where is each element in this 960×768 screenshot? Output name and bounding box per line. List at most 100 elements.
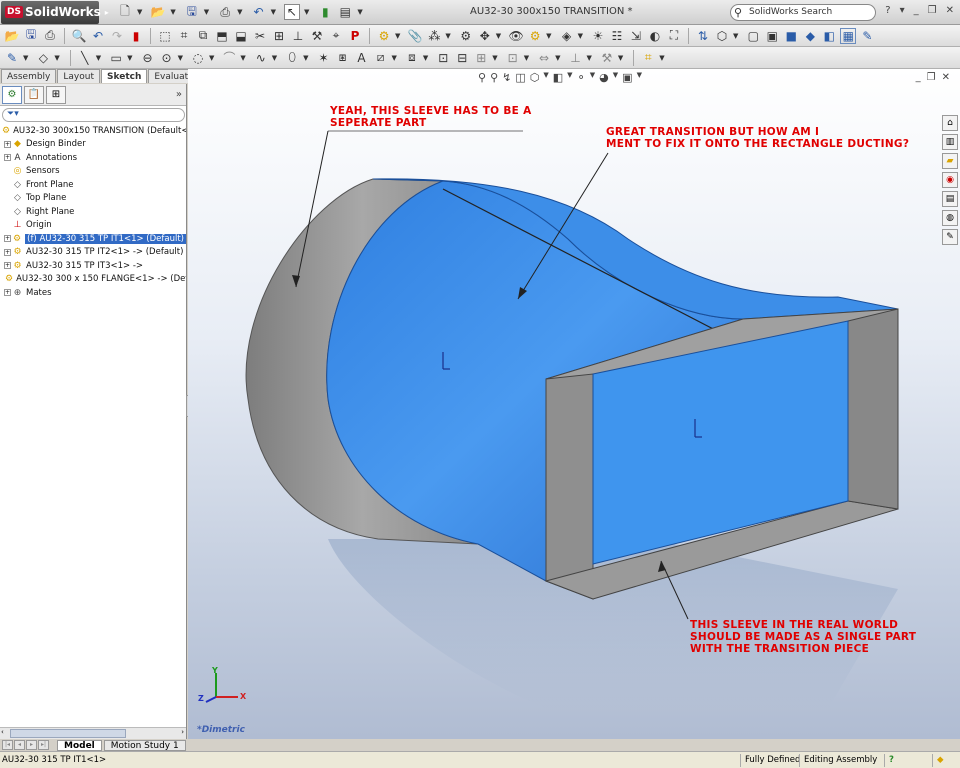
insert-component-icon[interactable]: ⚙ [376,28,392,44]
expand-icon[interactable]: + [4,235,11,243]
quick-snap-icon[interactable]: ⌖ [328,28,344,44]
zoom-icon[interactable]: 🔍 [71,28,87,44]
close-button[interactable]: ✕ [946,5,954,16]
open-folder-icon[interactable]: 📂 [4,28,20,44]
close-view-button[interactable]: ✕ [942,72,950,83]
solidworks-menu-button[interactable]: DS SolidWorks ▸ [1,0,109,24]
arc-icon[interactable]: ◌ [190,50,206,66]
feature-filter-input[interactable]: ⏷▾ [2,108,185,122]
chevron-down-icon[interactable]: ▼ [204,8,209,16]
tab-layout[interactable]: Layout [57,69,100,83]
chevron-down-icon[interactable]: ▼ [659,54,664,62]
offset-entities-icon[interactable]: ⊟ [454,50,470,66]
ellipse-icon[interactable]: ⬯ [284,50,300,66]
move-entities-icon[interactable]: ⇔ [536,50,552,66]
scene-icon[interactable]: ▣ [622,71,632,84]
undo-icon[interactable]: ↶ [90,28,106,44]
chevron-down-icon[interactable]: ▼ [178,54,183,62]
traffic-light-icon[interactable]: ▮ [128,28,144,44]
minimize-view-button[interactable]: _ [916,72,921,83]
tree-item[interactable]: + A Annotations [0,151,186,165]
offset-icon[interactable]: ⬒ [214,28,230,44]
tree-item[interactable]: + ⚙ AU32-30 315 TP IT2<1> -> (Default) [0,246,186,260]
tree-item[interactable]: ◇ Right Plane [0,205,186,219]
chevron-down-icon[interactable]: ▼ [578,32,583,40]
chevron-down-icon[interactable]: ▼ [272,54,277,62]
convert-entities-icon[interactable]: ⊡ [435,50,451,66]
display-style-icon[interactable]: ▦ [840,27,857,44]
expand-icon[interactable]: + [4,262,11,270]
help-icon[interactable]: ? [885,5,890,16]
custom-properties-icon[interactable]: ✎ [942,229,958,245]
chevron-down-icon[interactable]: ▼ [54,54,59,62]
new-motion-study-icon[interactable]: ☀ [590,28,606,44]
zoom-to-fit-icon[interactable]: ⚲ [478,71,486,84]
circle-icon[interactable]: ⊙ [159,50,175,66]
convert-icon[interactable]: ⬓ [233,28,249,44]
feature-tree-scrollbar[interactable]: ‹ › [0,727,186,739]
chevron-down-icon[interactable]: ▼ [127,54,132,62]
restore-button[interactable]: ❐ [928,5,937,16]
chevron-down-icon[interactable]: ▼ [555,54,560,62]
sketch-edit-icon[interactable]: ✎ [4,50,20,66]
scrollbar-thumb[interactable] [10,729,126,738]
assembly-features-icon[interactable]: ⚙ [527,28,543,44]
view-orientation-icon[interactable]: ⬡ [530,71,540,84]
fillet-icon[interactable]: ⌒ [221,50,237,66]
chevron-down-icon[interactable]: ▼ [496,32,501,40]
chevron-down-icon[interactable]: ▼ [546,32,551,40]
undo-icon[interactable]: ↶ [251,4,267,20]
smart-dimension-icon[interactable]: ⌗ [176,28,192,44]
chevron-down-icon[interactable]: ▼ [170,8,175,16]
trim-icon[interactable]: ✂ [252,28,268,44]
smart-dimension-icon[interactable]: ◇ [35,50,51,66]
feature-manager-tree-tab[interactable]: ⚙ [2,85,22,104]
linear-pattern-icon[interactable]: ⁂ [426,28,442,44]
tree-item[interactable]: ⚙ AU32-30 300 x 150 FLANGE<1> -> (Defau [0,273,186,287]
previous-view-icon[interactable]: ↯ [502,71,511,84]
pattern-icon[interactable]: ⊞ [271,28,287,44]
linear-sketch-pattern-icon[interactable]: ⊡ [505,50,521,66]
tree-item[interactable]: ⊥ Origin [0,219,186,233]
mate-icon[interactable]: 📎 [407,28,423,44]
chevron-down-icon[interactable]: ▼ [137,8,142,16]
parking-icon[interactable]: P [347,28,363,44]
restore-view-button[interactable]: ❐ [927,72,936,83]
expand-panel-icon[interactable]: » [176,89,182,100]
scroll-left-icon[interactable]: ‹ [1,728,4,736]
chevron-down-icon[interactable]: ▼ [590,71,595,84]
tree-item[interactable]: ◇ Top Plane [0,192,186,206]
scroll-right-icon[interactable]: › [181,728,184,736]
chevron-down-icon[interactable]: ▼ [613,71,618,84]
tab-assembly[interactable]: Assembly [1,69,57,83]
display-style-icon[interactable]: ◧ [553,71,563,84]
file-explorer-icon[interactable]: ▰ [942,153,958,169]
hidden-lines-icon[interactable]: ▣ [764,28,780,44]
trim-entities-icon[interactable]: ⧈ [404,50,420,66]
chevron-down-icon[interactable]: ▼ [395,32,400,40]
chevron-down-icon[interactable]: ▼ [357,8,362,16]
display-relations-icon[interactable]: ⊥ [567,50,583,66]
mirror-icon[interactable]: ⧉ [195,28,211,44]
chevron-down-icon[interactable]: ▼ [240,54,245,62]
search-input[interactable]: ⚲ SolidWorks Search [730,4,876,21]
point-icon[interactable]: ✶ [316,50,332,66]
mirror-entities-icon[interactable]: ⊞ [473,50,489,66]
chevron-down-icon[interactable]: ▼ [733,32,738,40]
select-cursor-icon[interactable]: ↖ [283,4,300,20]
bottom-tab-motion-study-1[interactable]: Motion Study 1 [103,739,186,751]
tree-item[interactable]: + ⚙ (f) AU32-30 315 TP IT1<1> (Default) [0,232,186,246]
rapid-sketch-icon[interactable]: ⌗ [640,50,656,66]
view-cube-icon[interactable]: ⬡ [714,28,730,44]
search-results-icon[interactable]: ◉ [942,172,958,188]
chevron-down-icon[interactable]: ▼ [96,54,101,62]
chevron-down-icon[interactable]: ▼ [303,54,308,62]
save-icon[interactable]: 🖫 [184,4,200,20]
tree-item[interactable]: ◎ Sensors [0,165,186,179]
graphics-viewport[interactable]: YEAH, THIS SLEEVE HAS TO BE A SEPERATE P… [188,69,960,739]
instant3d-icon[interactable]: ⛶ [666,28,682,44]
zoom-to-area-icon[interactable]: ⚲ [490,71,498,84]
chevron-down-icon[interactable]: ▼ [586,54,591,62]
repair-icon[interactable]: ⚒ [309,28,325,44]
reference-geometry-icon[interactable]: ◈ [559,28,575,44]
